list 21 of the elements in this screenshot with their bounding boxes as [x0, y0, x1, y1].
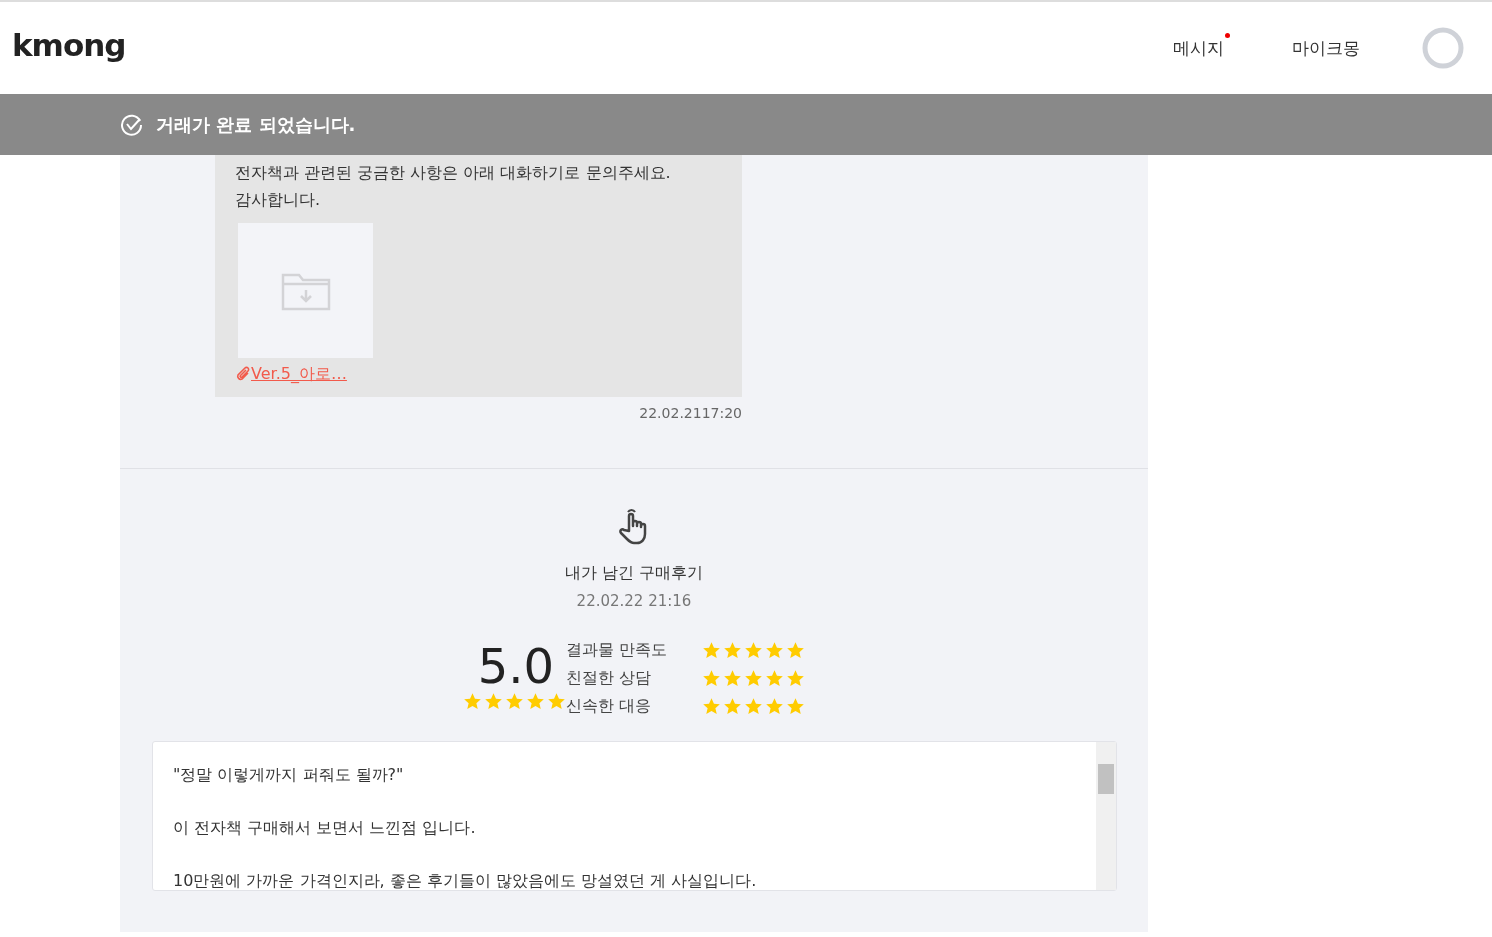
check-icon: [120, 112, 144, 137]
rating-label: 신속한 대응: [566, 696, 653, 717]
banner-text: 거래가 완료 되었습니다.: [156, 112, 356, 137]
review-date: 22.02.22 21:16: [576, 592, 692, 610]
rating-label: 결과물 만족도: [566, 640, 669, 661]
rating-label: 친절한 상담: [566, 668, 653, 689]
review-paragraph: 10만원에 가까운 가격인지라, 좋은 후기들이 많았음에도 망설였던 게 사실입니다.: [173, 870, 758, 892]
message-text: 감사합니다.: [235, 189, 322, 211]
file-thumbnail[interactable]: [238, 223, 373, 358]
message-time: 22.02.2117:20: [638, 405, 742, 421]
paperclip-icon: [235, 365, 251, 382]
logo[interactable]: kmong: [12, 27, 126, 63]
nav-link[interactable]: 마이크몽: [1286, 36, 1366, 60]
review-title: 내가 남긴 구매후기: [564, 563, 704, 584]
message-text: 전자책과 관련된 궁금한 사항은 아래 대화하기로 문의주세요.: [235, 162, 672, 184]
nav-link[interactable]: 메시지: [1167, 36, 1230, 60]
scrollbar[interactable]: [1096, 742, 1116, 890]
review-paragraph: 이 전자책 구매해서 보면서 느낀점 입니다.: [173, 817, 477, 839]
avatar[interactable]: [1422, 27, 1464, 69]
review-paragraph: "정말 이렇게까지 퍼줘도 될까?": [173, 764, 405, 786]
overall-score: 5.0: [477, 640, 554, 692]
